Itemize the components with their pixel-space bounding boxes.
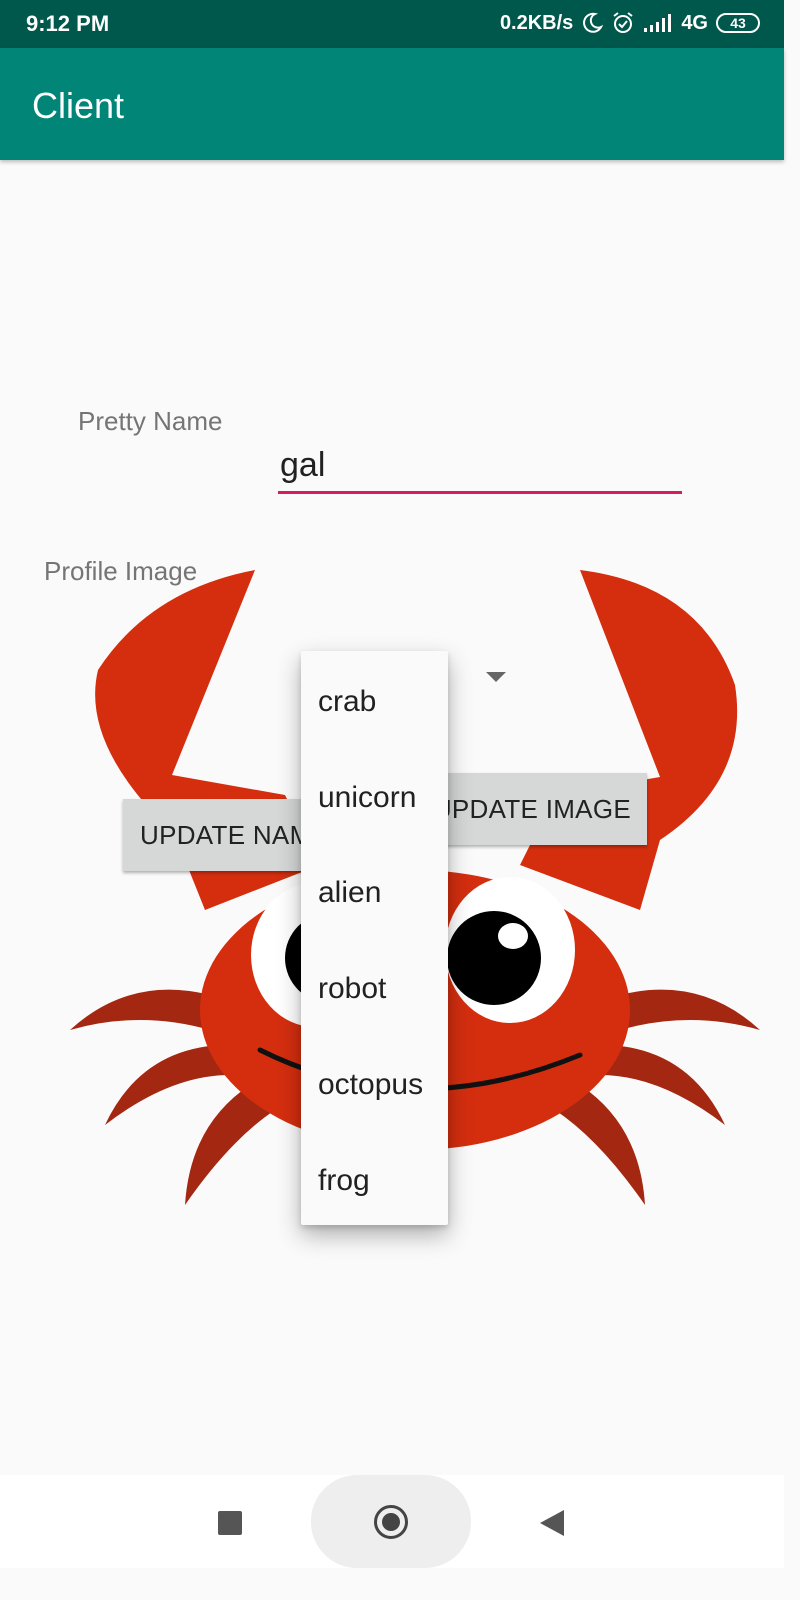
back-triangle-icon[interactable] (540, 1510, 564, 1536)
network-type: 4G (681, 11, 708, 34)
status-icons: 0.2KB/s 4G 43 (500, 11, 760, 35)
app-title: Client (32, 85, 125, 126)
moon-icon (583, 12, 604, 33)
alarm-icon (613, 12, 633, 33)
update-image-label: UPDATE IMAGE (432, 794, 631, 824)
signal-icon (644, 14, 672, 32)
home-circle-icon[interactable] (374, 1505, 408, 1539)
dropdown-item-alien[interactable]: alien (318, 876, 381, 910)
spinner-dropdown-arrow-icon[interactable] (484, 670, 508, 684)
dropdown-item-robot[interactable]: robot (318, 972, 386, 1006)
pretty-name-value: gal (280, 446, 326, 484)
network-speed: 0.2KB/s (499, 11, 574, 34)
dropdown-item-octopus[interactable]: octopus (318, 1068, 423, 1102)
dropdown-item-crab[interactable]: crab (318, 685, 376, 719)
status-bar: 9:12 PM 0.2KB/s 4G 43 (0, 0, 784, 48)
recents-square-icon[interactable] (218, 1511, 242, 1535)
pretty-name-input[interactable]: gal (278, 444, 682, 494)
navigation-bar (0, 1475, 784, 1568)
profile-image-dropdown: crab unicorn alien robot octopus frog (301, 651, 448, 1225)
dropdown-item-unicorn[interactable]: unicorn (318, 781, 416, 815)
status-time: 9:12 PM (26, 11, 110, 36)
app-bar: Client (0, 48, 784, 160)
pretty-name-label: Pretty Name (78, 406, 223, 436)
battery-icon: 43 (716, 13, 760, 33)
dropdown-item-frog[interactable]: frog (318, 1164, 370, 1198)
